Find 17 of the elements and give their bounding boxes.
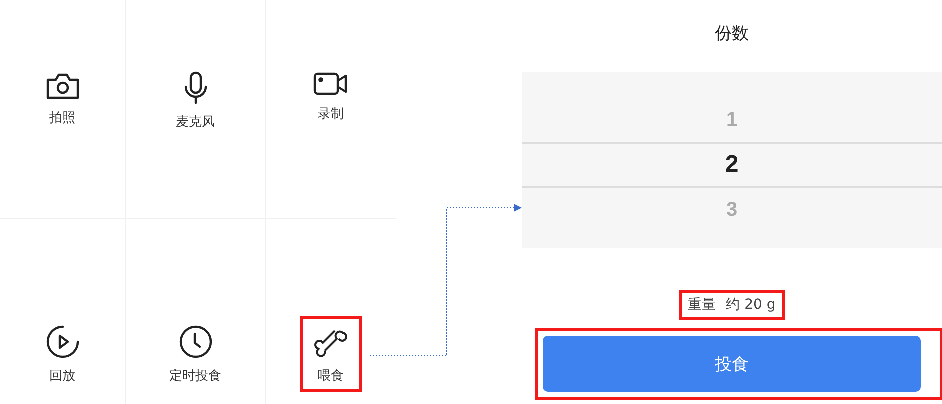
function-tile[interactable]: 喂食 — [300, 316, 362, 392]
picker-option[interactable]: 2 — [522, 142, 942, 188]
function-tile[interactable]: 录制 — [300, 64, 362, 130]
picker-title: 份数 — [715, 23, 749, 46]
video-camera-icon — [313, 71, 349, 97]
weight-value: 约 20 g — [726, 296, 776, 314]
portion-picker[interactable]: 1 2 3 — [522, 72, 942, 248]
function-tile[interactable]: 定时投食 — [156, 318, 234, 392]
function-tile[interactable]: 回放 — [32, 318, 92, 392]
function-tile[interactable]: 麦克风 — [163, 64, 228, 138]
feed-button[interactable]: 投食 — [543, 336, 921, 392]
clock-icon — [178, 325, 212, 359]
replay-icon — [46, 325, 80, 359]
function-tile[interactable]: 拍照 — [32, 64, 92, 134]
camera-icon — [46, 71, 80, 101]
microphone-icon — [182, 71, 208, 105]
weight-label: 重量 — [688, 296, 716, 314]
